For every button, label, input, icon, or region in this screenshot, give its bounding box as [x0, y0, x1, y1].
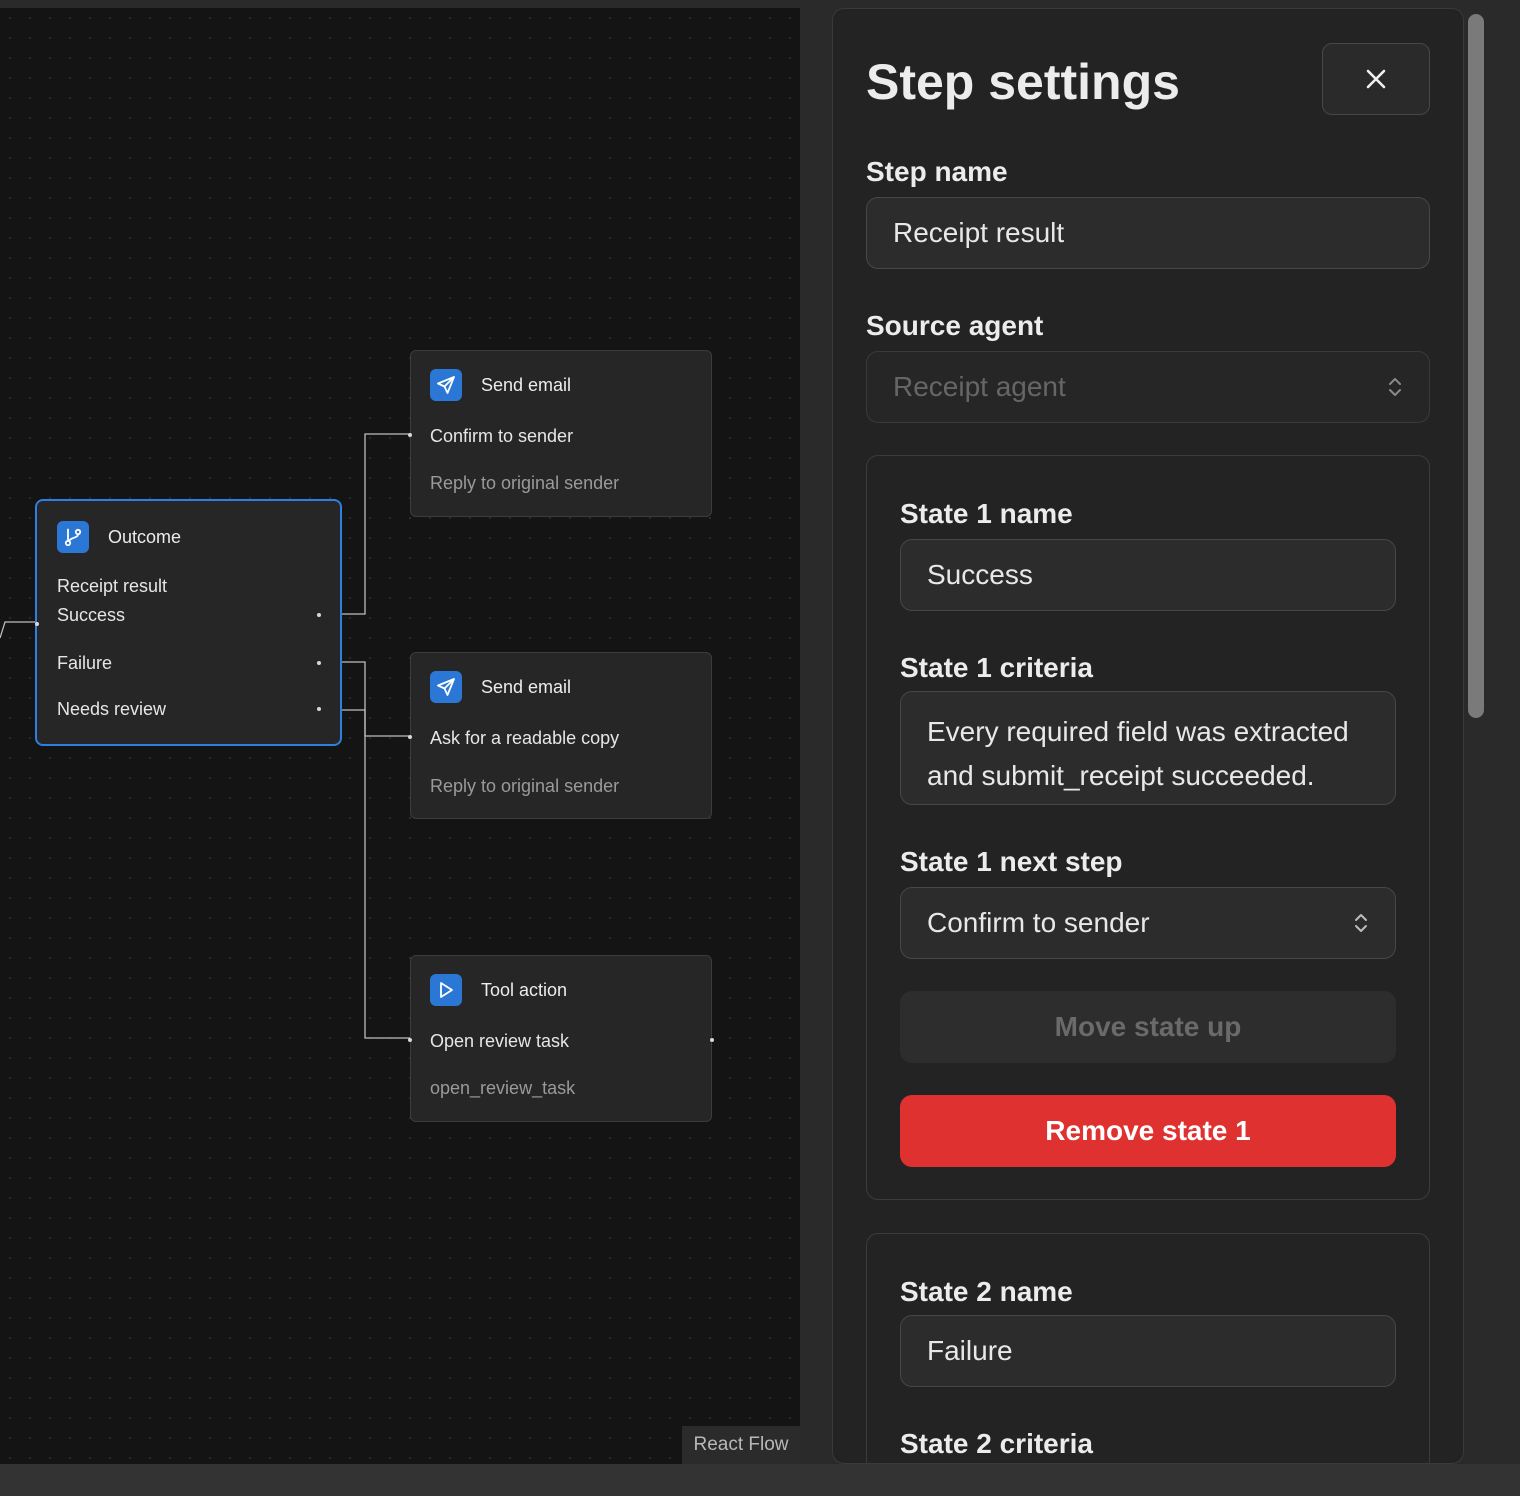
input-handle[interactable] — [408, 1038, 412, 1042]
node-subtitle: Reply to original sender — [430, 776, 620, 796]
node-type-label: Send email — [481, 676, 572, 697]
input-handle[interactable] — [35, 622, 39, 626]
edge-needs-review — [341, 709, 410, 1039]
close-button[interactable] — [1322, 43, 1430, 115]
send-email-node-confirm[interactable]: Send email Confirm to sender Reply to or… — [408, 350, 712, 517]
node-type-label: Tool action — [481, 979, 568, 1000]
state-1-next-step-label: State 1 next step — [900, 846, 1123, 877]
output-handle[interactable] — [710, 1038, 714, 1042]
source-agent-value: Receipt agent — [893, 371, 1066, 402]
node-type-label: Outcome — [108, 526, 182, 547]
state-1-name-input[interactable]: Success — [900, 539, 1396, 611]
state-1-next-step-select[interactable]: Confirm to sender — [900, 887, 1396, 959]
step-settings-panel: Step settings Step name Receipt result S… — [832, 8, 1464, 1464]
move-state-up-button[interactable]: Move state up — [900, 991, 1396, 1063]
chevron-up-down-icon — [1389, 378, 1401, 396]
edge-success — [341, 433, 410, 615]
branch-icon — [57, 521, 89, 553]
source-agent-label: Source agent — [866, 310, 1044, 341]
chevron-up-down-icon — [1355, 914, 1367, 932]
state-1-next-step-value: Confirm to sender — [927, 907, 1150, 938]
panel-title: Step settings — [866, 54, 1180, 110]
node-type-label: Send email — [481, 374, 572, 395]
step-name-label: Step name — [866, 156, 1008, 187]
send-icon — [430, 369, 462, 401]
state-2-name-label: State 2 name — [900, 1276, 1073, 1307]
input-handle[interactable] — [408, 433, 412, 437]
remove-state-1-button[interactable]: Remove state 1 — [900, 1095, 1396, 1167]
play-icon — [430, 974, 462, 1006]
output-success-handle[interactable] — [317, 613, 321, 617]
edge-incoming — [0, 621, 37, 639]
output-failure-handle[interactable] — [317, 661, 321, 665]
output-needs-review-label: Needs review — [57, 699, 167, 719]
tool-action-node[interactable]: Tool action Open review task open_review… — [408, 955, 714, 1122]
state-2-name-input[interactable]: Failure — [900, 1315, 1396, 1387]
edge-failure — [341, 661, 410, 737]
node-subtitle: Reply to original sender — [430, 473, 620, 493]
state-2-card: State 2 name Failure State 2 criteria — [866, 1233, 1430, 1463]
state-1-name-label: State 1 name — [900, 498, 1073, 529]
source-agent-select[interactable]: Receipt agent — [866, 351, 1430, 423]
output-success-label: Success — [57, 605, 126, 625]
output-needs-review-handle[interactable] — [317, 707, 321, 711]
input-handle[interactable] — [408, 735, 412, 739]
send-email-node-readable-copy[interactable]: Send email Ask for a readable copy Reply… — [408, 652, 712, 819]
flow-canvas[interactable]: Outcome Receipt result Success Failure N… — [0, 8, 800, 1464]
output-failure-label: Failure — [57, 653, 113, 673]
close-icon — [1366, 69, 1386, 89]
panel-scrollbar[interactable] — [1468, 14, 1484, 718]
outcome-node[interactable]: Outcome Receipt result Success Failure N… — [35, 499, 342, 746]
react-flow-attribution[interactable]: React Flow — [682, 1426, 800, 1464]
state-1-criteria-textarea[interactable]: Every required field was extracted and s… — [900, 691, 1396, 805]
state-1-card: State 1 name Success State 1 criteria Ev… — [866, 455, 1430, 1200]
node-title: Ask for a readable copy — [430, 728, 620, 748]
node-subtitle: open_review_task — [430, 1078, 576, 1098]
node-title: Open review task — [430, 1031, 570, 1051]
node-title: Confirm to sender — [430, 426, 574, 446]
send-icon — [430, 671, 462, 703]
state-2-criteria-label: State 2 criteria — [900, 1428, 1093, 1459]
state-1-criteria-label: State 1 criteria — [900, 652, 1093, 683]
step-name-input[interactable]: Receipt result — [866, 197, 1430, 269]
bottom-bar — [0, 1464, 1520, 1496]
node-title: Receipt result — [57, 576, 168, 596]
